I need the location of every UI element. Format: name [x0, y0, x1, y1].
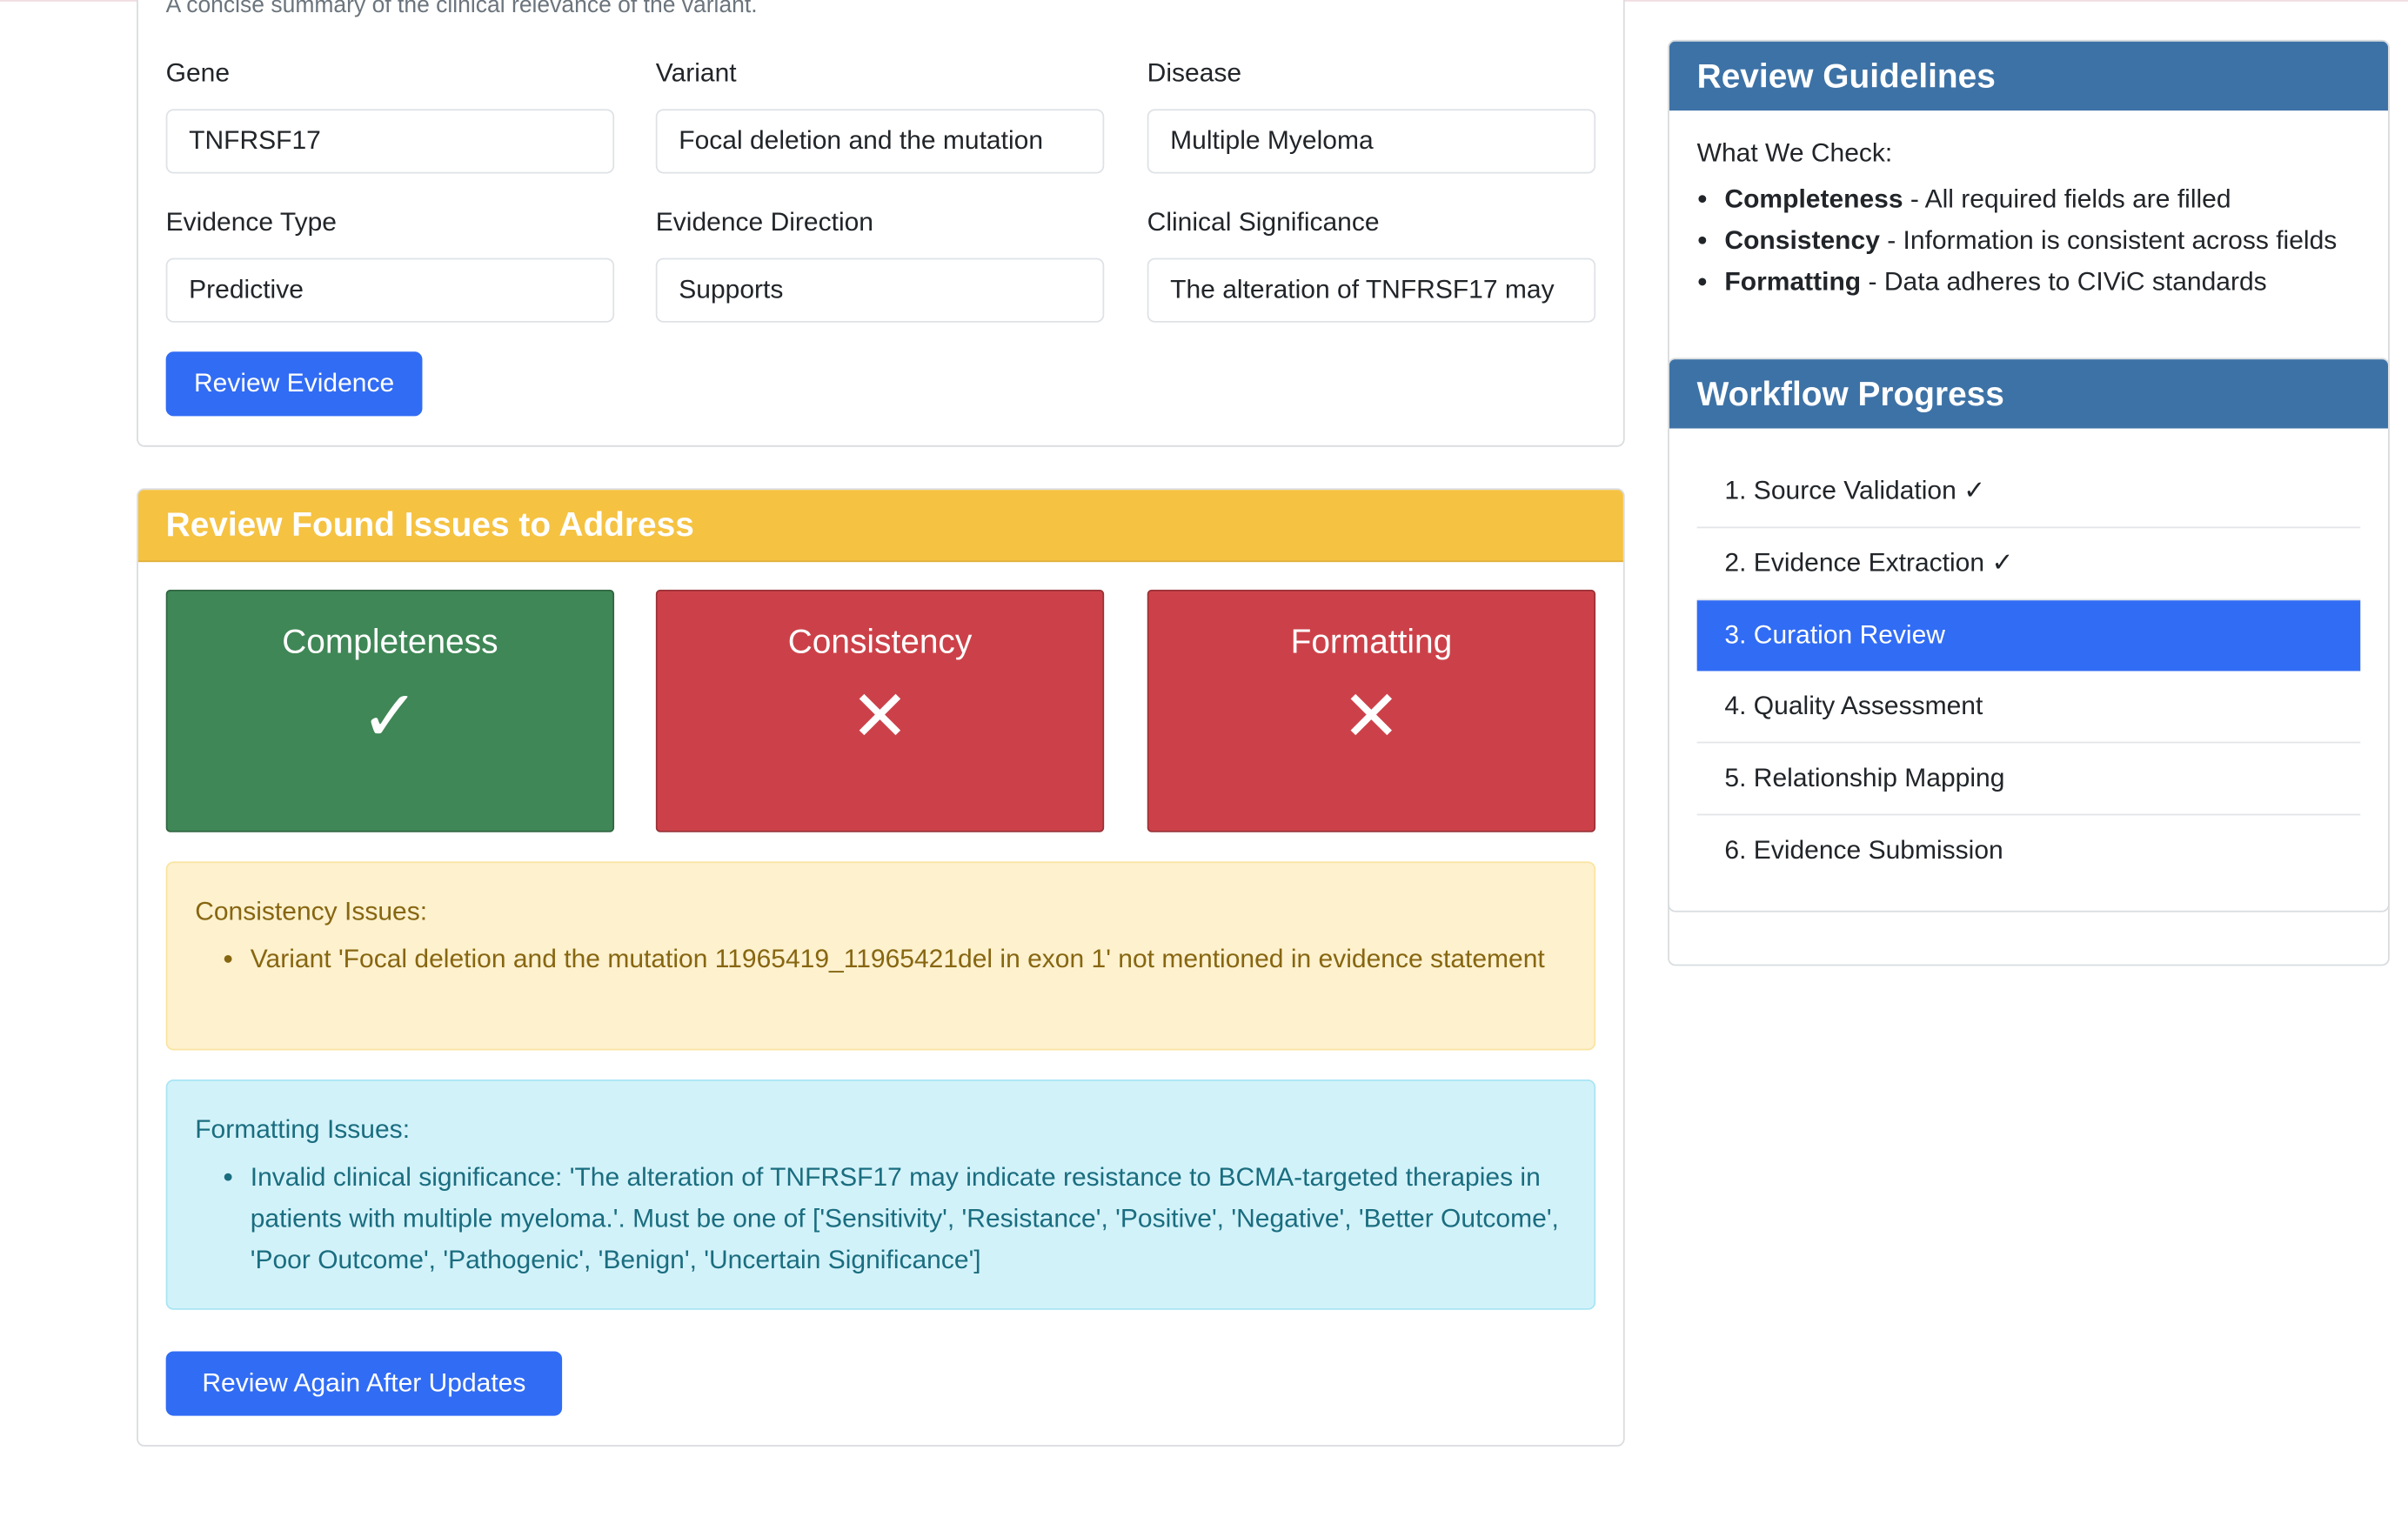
- review-again-button[interactable]: Review Again After Updates: [165, 1351, 563, 1416]
- evidence-direction-input[interactable]: Supports: [655, 257, 1105, 323]
- form-description: A concise summary of the clinical releva…: [165, 0, 758, 19]
- workflow-step-source-validation[interactable]: 1. Source Validation ✓: [1696, 456, 2361, 529]
- workflow-progress-header: Workflow Progress: [1669, 359, 2389, 429]
- check-icon: ✓: [360, 675, 420, 756]
- evidence-direction-label: Evidence Direction: [655, 207, 874, 237]
- review-guidelines-card: Review Guidelines What We Check: Complet…: [1668, 39, 2390, 371]
- gene-label: Gene: [165, 58, 231, 88]
- x-icon: ✕: [850, 675, 910, 756]
- workflow-step-relationship-mapping[interactable]: 5. Relationship Mapping: [1696, 743, 2361, 816]
- review-results-header: Review Found Issues to Address: [137, 490, 1623, 563]
- formatting-issues-title: Formatting Issues:: [195, 1114, 411, 1145]
- guideline-item: Completeness - All required fields are f…: [1724, 178, 2388, 220]
- completeness-status-label: Completeness: [282, 621, 498, 661]
- formatting-issue-item: Invalid clinical significance: 'The alte…: [251, 1156, 1567, 1280]
- formatting-status: Formatting ✕: [1147, 589, 1596, 832]
- clinical-significance-input[interactable]: The alteration of TNFRSF17 may: [1147, 257, 1596, 323]
- disease-input[interactable]: Multiple Myeloma: [1147, 109, 1596, 174]
- guidelines-subtitle: What We Check:: [1696, 137, 1893, 168]
- variant-input[interactable]: Focal deletion and the mutation: [655, 109, 1105, 174]
- consistency-issues-title: Consistency Issues:: [195, 896, 428, 926]
- guideline-item: Consistency - Information is consistent …: [1724, 219, 2388, 261]
- guidelines-list: Completeness - All required fields are f…: [1669, 178, 2388, 303]
- evidence-type-input[interactable]: Predictive: [165, 257, 615, 323]
- gene-input[interactable]: TNFRSF17: [165, 109, 615, 174]
- x-icon: ✕: [1341, 675, 1401, 756]
- review-evidence-button[interactable]: Review Evidence: [165, 351, 423, 417]
- workflow-step-evidence-extraction[interactable]: 2. Evidence Extraction ✓: [1696, 528, 2361, 601]
- review-guidelines-header: Review Guidelines: [1669, 41, 2389, 111]
- variant-label: Variant: [655, 58, 737, 88]
- completeness-status: Completeness ✓: [165, 589, 615, 832]
- consistency-issue-item: Variant 'Focal deletion and the mutation…: [251, 939, 1567, 980]
- formatting-issues-alert: Formatting Issues: Invalid clinical sign…: [165, 1080, 1596, 1310]
- clinical-significance-label: Clinical Significance: [1147, 207, 1380, 237]
- evidence-type-label: Evidence Type: [165, 207, 337, 237]
- workflow-progress-card: Workflow Progress 1. Source Validation ✓…: [1668, 358, 2390, 912]
- disease-label: Disease: [1147, 58, 1242, 88]
- workflow-step-quality-assessment[interactable]: 4. Quality Assessment: [1696, 671, 2361, 744]
- formatting-status-label: Formatting: [1290, 621, 1453, 661]
- workflow-step-evidence-submission[interactable]: 6. Evidence Submission: [1697, 815, 2361, 886]
- consistency-status: Consistency ✕: [655, 589, 1105, 832]
- consistency-status-label: Consistency: [787, 621, 973, 661]
- consistency-issues-alert: Consistency Issues: Variant 'Focal delet…: [165, 861, 1596, 1051]
- guideline-item: Formatting - Data adheres to CIViC stand…: [1724, 261, 2388, 303]
- workflow-step-curation-review[interactable]: 3. Curation Review: [1696, 600, 2361, 672]
